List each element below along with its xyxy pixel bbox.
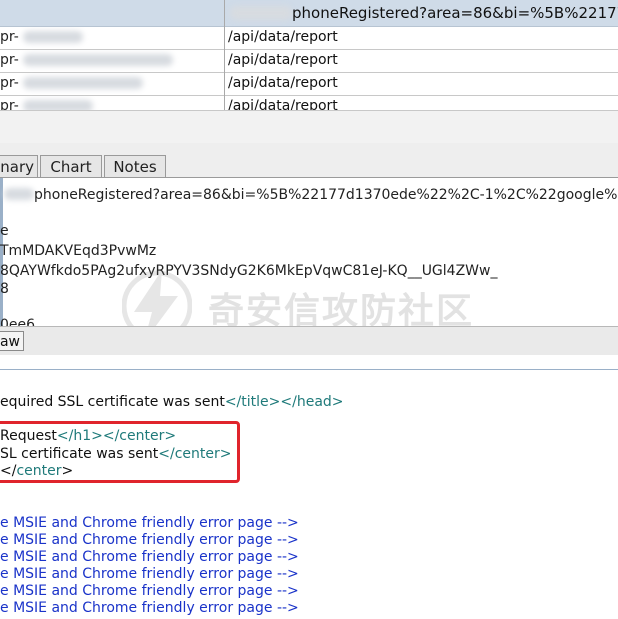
response-comment-line: e MSIE and Chrome friendly error page --… bbox=[0, 549, 299, 565]
request-detail-line: e bbox=[0, 223, 9, 239]
request-detail-line: 8QAYWfkdo5PAg2ufxyRPYV3SNdyG2K6MkEpVqwC8… bbox=[0, 263, 498, 279]
selected-request-url[interactable]: phoneRegistered?area=86&bi=%5B%22177d bbox=[292, 4, 618, 22]
tab-chart[interactable]: Chart bbox=[40, 155, 102, 177]
row-host: pr- bbox=[0, 72, 222, 94]
request-table: phoneRegistered?area=86&bi=%5B%22177d pr… bbox=[0, 0, 618, 114]
row-path: /api/data/report bbox=[228, 75, 338, 91]
redacted-host bbox=[4, 188, 34, 200]
tab-summary[interactable]: nary bbox=[0, 155, 38, 177]
response-spacer bbox=[0, 355, 618, 370]
highlight-box bbox=[0, 421, 240, 483]
request-detail-line: TmMDAKVEqd3PvwMz bbox=[0, 243, 157, 259]
split-pane-divider[interactable] bbox=[0, 110, 618, 145]
row-path: /api/data/report bbox=[228, 52, 338, 68]
response-title-line: equired SSL certificate was sent</title>… bbox=[0, 394, 344, 410]
request-url-line: phoneRegistered?area=86&bi=%5B%22177d137… bbox=[34, 187, 618, 203]
tab-raw[interactable]: aw bbox=[0, 331, 24, 351]
response-comment-line: e MSIE and Chrome friendly error page --… bbox=[0, 600, 299, 616]
tab-notes[interactable]: Notes bbox=[104, 155, 166, 177]
column-divider[interactable] bbox=[224, 0, 225, 110]
row-host: pr- bbox=[0, 49, 222, 71]
request-detail-line: 8 bbox=[0, 281, 9, 297]
row-host: pr- bbox=[0, 26, 222, 48]
row-path: /api/data/report bbox=[228, 29, 338, 45]
redacted-host bbox=[230, 6, 292, 20]
response-comment-line: e MSIE and Chrome friendly error page --… bbox=[0, 515, 299, 531]
response-tab-bar bbox=[0, 326, 618, 356]
response-comment-line: e MSIE and Chrome friendly error page --… bbox=[0, 566, 299, 582]
response-comment-line: e MSIE and Chrome friendly error page --… bbox=[0, 532, 299, 548]
response-comment-line: e MSIE and Chrome friendly error page --… bbox=[0, 583, 299, 599]
